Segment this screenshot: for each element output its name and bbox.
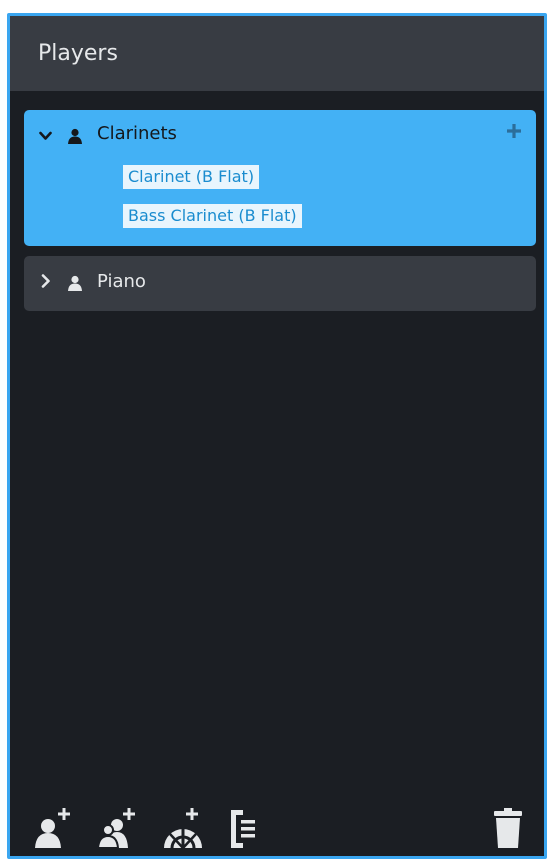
add-solo-player-icon[interactable] xyxy=(34,806,72,848)
plus-icon[interactable] xyxy=(506,123,522,139)
instrument-item[interactable]: Bass Clarinet (B Flat) xyxy=(123,204,302,228)
instrument-item[interactable]: Clarinet (B Flat) xyxy=(123,165,260,189)
player-name: Clarinets xyxy=(97,123,177,144)
player-card-clarinets[interactable]: Clarinets Clarinet (B Flat) Bass Clarine… xyxy=(24,110,536,246)
player-card-piano[interactable]: Piano xyxy=(24,256,536,311)
add-divisi-icon[interactable] xyxy=(230,808,256,848)
panel-title: Players xyxy=(38,41,118,66)
person-icon xyxy=(68,128,82,144)
panel-header: Players xyxy=(10,16,544,91)
person-icon xyxy=(68,275,82,291)
players-panel: Players Clarinets Clarinet (B Flat) Bass… xyxy=(7,13,547,859)
trash-icon[interactable] xyxy=(494,808,522,848)
add-section-player-icon[interactable] xyxy=(98,806,136,848)
chevron-right-icon[interactable] xyxy=(41,274,51,288)
player-name: Piano xyxy=(97,271,146,292)
chevron-down-icon[interactable] xyxy=(39,131,52,141)
add-ensemble-icon[interactable] xyxy=(162,806,204,848)
